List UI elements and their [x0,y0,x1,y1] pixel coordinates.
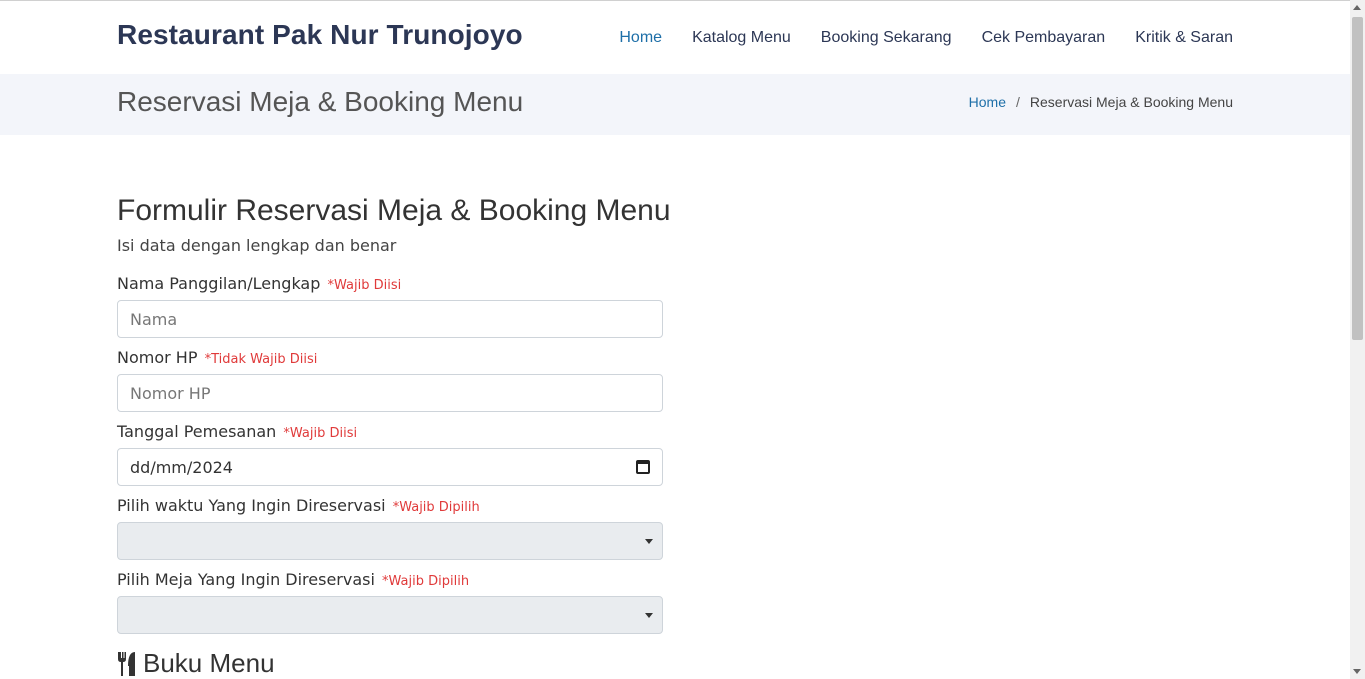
chevron-down-icon [645,539,653,544]
page: Restaurant Pak Nur Trunojoyo Home Katalo… [0,0,1350,679]
phone-label: Nomor HP *Tidak Wajib Diisi [117,348,663,370]
phone-label-text: Nomor HP [117,348,198,367]
time-label-text: Pilih waktu Yang Ingin Direservasi [117,496,386,515]
scroll-up-icon[interactable] [1353,5,1361,10]
date-label: Tanggal Pemesanan *Wajib Diisi [117,422,663,444]
page-scrollbar[interactable] [1350,0,1365,679]
name-label-text: Nama Panggilan/Lengkap [117,274,321,293]
nav-kritik-saran[interactable]: Kritik & Saran [1135,29,1233,47]
name-label: Nama Panggilan/Lengkap *Wajib Diisi [117,274,663,296]
breadcrumb-home-link[interactable]: Home [969,94,1006,110]
table-label: Pilih Meja Yang Ingin Direservasi *Wajib… [117,570,663,592]
breadcrumb: Home / Reservasi Meja & Booking Menu [969,94,1233,110]
main-nav: Home Katalog Menu Booking Sekarang Cek P… [589,1,1233,74]
date-value: dd/mm/2024 [130,457,233,477]
breadcrumb-separator: / [1016,94,1020,110]
reservation-form: Formulir Reservasi Meja & Booking Menu I… [117,192,671,634]
name-field-group: Nama Panggilan/Lengkap *Wajib Diisi [117,274,663,338]
date-required-note: *Wajib Diisi [283,426,358,441]
scroll-thumb[interactable] [1352,17,1363,340]
phone-input[interactable] [117,374,663,412]
time-field-group: Pilih waktu Yang Ingin Direservasi *Waji… [117,496,663,560]
date-field-group: Tanggal Pemesanan *Wajib Diisi dd/mm/202… [117,422,663,486]
scroll-down-icon[interactable] [1353,669,1361,674]
menu-section-heading: Buku Menu [117,648,275,679]
table-required-note: *Wajib Dipilih [382,574,470,589]
nav-booking-sekarang[interactable]: Booking Sekarang [821,29,952,47]
name-required-note: *Wajib Diisi [327,278,402,293]
table-select[interactable] [117,596,663,634]
calendar-icon[interactable] [636,460,650,474]
menu-section-title: Buku Menu [143,648,275,678]
nav-home[interactable]: Home [619,29,662,47]
time-required-note: *Wajib Dipilih [392,500,480,515]
phone-field-group: Nomor HP *Tidak Wajib Diisi [117,348,663,412]
navbar: Restaurant Pak Nur Trunojoyo Home Katalo… [0,1,1350,74]
breadcrumbs-bar: Reservasi Meja & Booking Menu Home / Reser… [0,74,1350,135]
utensils-icon [118,651,135,676]
nav-cek-pembayaran[interactable]: Cek Pembayaran [982,29,1106,47]
nav-katalog-menu[interactable]: Katalog Menu [692,29,791,47]
brand-logo[interactable]: Restaurant Pak Nur Trunojoyo [117,19,523,51]
table-label-text: Pilih Meja Yang Ingin Direservasi [117,570,375,589]
date-label-text: Tanggal Pemesanan [117,422,277,441]
breadcrumb-current: Reservasi Meja & Booking Menu [1029,94,1233,110]
time-label: Pilih waktu Yang Ingin Direservasi *Waji… [117,496,663,518]
name-input[interactable] [117,300,663,338]
form-title: Formulir Reservasi Meja & Booking Menu [117,194,671,227]
table-field-group: Pilih Meja Yang Ingin Direservasi *Wajib… [117,570,663,634]
time-select[interactable] [117,522,663,560]
date-input[interactable]: dd/mm/2024 [117,448,663,486]
form-subtitle: Isi data dengan lengkap dan benar [117,236,397,255]
chevron-down-icon [645,613,653,618]
page-title: Reservasi Meja & Booking Menu [117,86,524,117]
phone-optional-note: *Tidak Wajib Diisi [204,352,318,367]
